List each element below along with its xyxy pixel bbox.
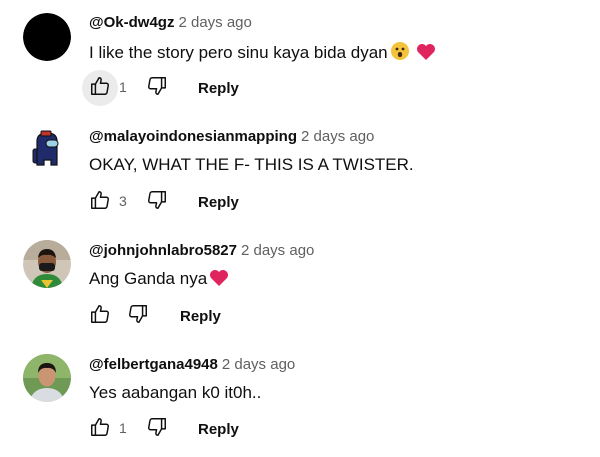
- surprised-face-emoji: [390, 41, 410, 66]
- thumbs-up-icon: [89, 189, 111, 216]
- like-count: 3: [119, 193, 127, 209]
- red-heart-emoji: [416, 43, 436, 66]
- comment-header: @johnjohnlabro5827 2 days ago: [89, 242, 314, 259]
- reply-button[interactable]: Reply: [186, 411, 251, 447]
- like-button[interactable]: [82, 411, 118, 447]
- like-button[interactable]: [82, 184, 118, 220]
- thumbs-up-icon: [89, 75, 111, 102]
- avatar[interactable]: [23, 127, 71, 175]
- comment-text: Ang Ganda nya: [89, 269, 229, 292]
- reply-button[interactable]: Reply: [186, 184, 251, 220]
- like-button[interactable]: [82, 298, 118, 334]
- comment-author[interactable]: @felbertgana4948: [89, 356, 218, 373]
- thumbs-up-icon: [89, 416, 111, 443]
- thumbs-down-icon: [146, 189, 168, 216]
- avatar[interactable]: [23, 13, 71, 61]
- comment-author[interactable]: @johnjohnlabro5827: [89, 242, 237, 259]
- avatar[interactable]: [23, 240, 71, 288]
- comment-timestamp[interactable]: 2 days ago: [241, 242, 314, 259]
- like-count: 1: [119, 79, 127, 95]
- dislike-button[interactable]: [139, 184, 175, 220]
- like-count: 1: [119, 420, 127, 436]
- thumbs-up-icon: [89, 303, 111, 330]
- thumbs-down-icon: [127, 303, 149, 330]
- like-button[interactable]: [82, 70, 118, 106]
- comment-text: I like the story pero sinu kaya bida dya…: [89, 41, 436, 66]
- red-heart-emoji: [209, 269, 229, 292]
- reply-button[interactable]: Reply: [186, 70, 251, 106]
- dislike-button[interactable]: [139, 411, 175, 447]
- comment-actions: Reply: [82, 298, 382, 334]
- comment-actions: 1 Reply: [82, 70, 382, 106]
- thumbs-down-icon: [146, 416, 168, 443]
- comment-text: OKAY, WHAT THE F- THIS IS A TWISTER.: [89, 155, 414, 174]
- comment-actions: 3 Reply: [82, 184, 382, 220]
- comment-timestamp[interactable]: 2 days ago: [222, 356, 295, 373]
- dislike-button[interactable]: [139, 70, 175, 106]
- thumbs-down-icon: [146, 75, 168, 102]
- reply-button[interactable]: Reply: [168, 298, 233, 334]
- comment-text: Yes aabangan k0 it0h..: [89, 383, 262, 402]
- comment-header: @malayoindonesianmapping 2 days ago: [89, 128, 374, 145]
- avatar[interactable]: [23, 354, 71, 402]
- comment-actions: 1 Reply: [82, 411, 382, 447]
- dislike-button[interactable]: [120, 298, 156, 334]
- comment-author[interactable]: @malayoindonesianmapping: [89, 128, 297, 145]
- comment-header: @Ok-dw4gz 2 days ago: [89, 14, 252, 31]
- comment-timestamp[interactable]: 2 days ago: [301, 128, 374, 145]
- comment-header: @felbertgana4948 2 days ago: [89, 356, 295, 373]
- comment-author[interactable]: @Ok-dw4gz: [89, 14, 174, 31]
- comment-timestamp[interactable]: 2 days ago: [178, 14, 251, 31]
